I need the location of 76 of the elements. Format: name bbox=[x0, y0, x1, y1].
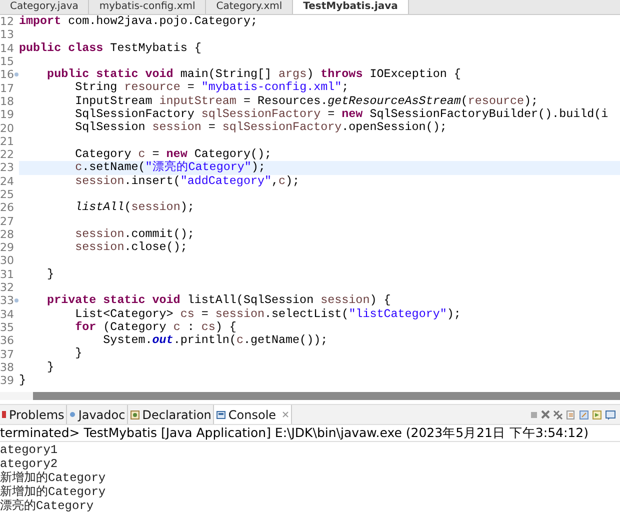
console-output-line: ategory2 bbox=[0, 457, 59, 472]
close-icon[interactable] bbox=[282, 411, 290, 418]
line-number: 26 bbox=[0, 201, 14, 214]
view-tab[interactable]: Problems bbox=[0, 405, 68, 424]
line-number: 17 bbox=[0, 82, 14, 95]
code-line: listAll(session); bbox=[74, 201, 194, 214]
code-line: SqlSession session = sqlSessionFactory.openSession(); bbox=[74, 121, 447, 135]
line-number: 22 bbox=[0, 148, 14, 162]
line-number: 12 bbox=[0, 15, 14, 28]
document-icon[interactable] bbox=[566, 410, 576, 420]
code-line: } bbox=[46, 268, 54, 281]
code-line: InputStream inputStream = Resources.getResourceAsStream(resource); bbox=[74, 94, 538, 108]
code-line: import com.how2java.pojo.Category; bbox=[19, 15, 258, 28]
editor-tab[interactable]: mybatis-config.xml bbox=[89, 0, 206, 14]
code-line: private static void listAll(SqlSession session) { bbox=[46, 294, 391, 308]
line-number: 16 bbox=[0, 68, 14, 82]
console-icon bbox=[216, 410, 226, 420]
code-line: SqlSessionFactory sqlSessionFactory = new SqlSessionFactoryBuilder().build(i bbox=[74, 108, 608, 122]
line-number: 37 bbox=[0, 348, 14, 361]
code-line: for (Category c : cs) { bbox=[74, 320, 236, 334]
editor-tab[interactable]: Category.java bbox=[0, 0, 90, 14]
pin-icon[interactable] bbox=[579, 410, 589, 420]
editor-tab[interactable]: TestMybatis.java bbox=[293, 0, 409, 14]
view-tab[interactable]: Javadoc bbox=[67, 405, 128, 424]
code-line: session.close(); bbox=[74, 241, 188, 254]
dot-icon bbox=[69, 411, 76, 418]
console-status: terminated> TestMybatis [Java Application] E:\JDK\bin\javaw.exe (2023年5月21日 下午3:54:12) bbox=[0, 425, 620, 442]
stop-icon[interactable] bbox=[530, 410, 538, 419]
line-number: 19 bbox=[0, 108, 14, 122]
console-output-line: ategory1 bbox=[0, 443, 59, 458]
horizontal-scrollbar[interactable] bbox=[0, 392, 620, 400]
line-number: 34 bbox=[0, 308, 14, 321]
line-number: 29 bbox=[0, 241, 14, 254]
line-number: 27 bbox=[0, 214, 14, 228]
console-output-line: 新增加的Category bbox=[0, 485, 107, 500]
code-line: public static void main(String[] args) throws IOException { bbox=[46, 68, 461, 82]
code-line: Category c = new Category(); bbox=[74, 148, 272, 161]
line-number: 18 bbox=[0, 94, 14, 108]
problems-icon bbox=[2, 410, 7, 420]
line-number: 15 bbox=[0, 55, 14, 68]
code-line: c.setName("漂亮的Category"); bbox=[74, 161, 266, 175]
console-output-line: 漂亮的Category bbox=[0, 499, 95, 514]
code-line: } bbox=[74, 347, 82, 361]
remove-all-icon[interactable] bbox=[553, 410, 563, 420]
code-line: session.commit(); bbox=[74, 228, 194, 242]
line-number: 38 bbox=[0, 360, 14, 374]
code-line: } bbox=[46, 360, 54, 374]
line-number: 35 bbox=[0, 320, 14, 334]
declaration-icon bbox=[130, 410, 140, 420]
line-number: 33 bbox=[0, 294, 14, 308]
line-number: 24 bbox=[0, 174, 14, 188]
view-tab[interactable]: Console bbox=[214, 405, 292, 424]
line-number: 20 bbox=[0, 122, 14, 135]
line-number: 31 bbox=[0, 268, 14, 281]
line-number: 28 bbox=[0, 228, 14, 241]
display-icon[interactable] bbox=[592, 410, 602, 420]
line-number: 13 bbox=[0, 28, 14, 42]
code-line: public class TestMybatis { bbox=[19, 42, 202, 55]
line-number: 39 bbox=[0, 374, 14, 388]
console-output-line: 新增加的Category bbox=[0, 471, 107, 486]
line-number: 25 bbox=[0, 188, 14, 201]
remove-icon[interactable] bbox=[541, 410, 550, 420]
line-number: 21 bbox=[0, 134, 14, 148]
fold-icon[interactable] bbox=[14, 298, 19, 304]
line-number: 32 bbox=[0, 281, 14, 294]
code-line: List<Category> cs = session.selectList("listCategory"); bbox=[74, 308, 461, 321]
fold-icon[interactable] bbox=[14, 72, 19, 78]
line-number: 30 bbox=[0, 254, 14, 268]
code-line: session.insert("addCategory",c); bbox=[74, 174, 300, 188]
new-console-icon[interactable] bbox=[605, 410, 616, 420]
line-number: 14 bbox=[0, 42, 14, 55]
line-number: 23 bbox=[0, 161, 14, 174]
code-line: String resource = "mybatis-config.xml"; bbox=[74, 81, 349, 95]
code-line: System.out.println(c.getName()); bbox=[102, 334, 328, 348]
code-line: } bbox=[19, 374, 26, 388]
line-number: 36 bbox=[0, 334, 14, 348]
